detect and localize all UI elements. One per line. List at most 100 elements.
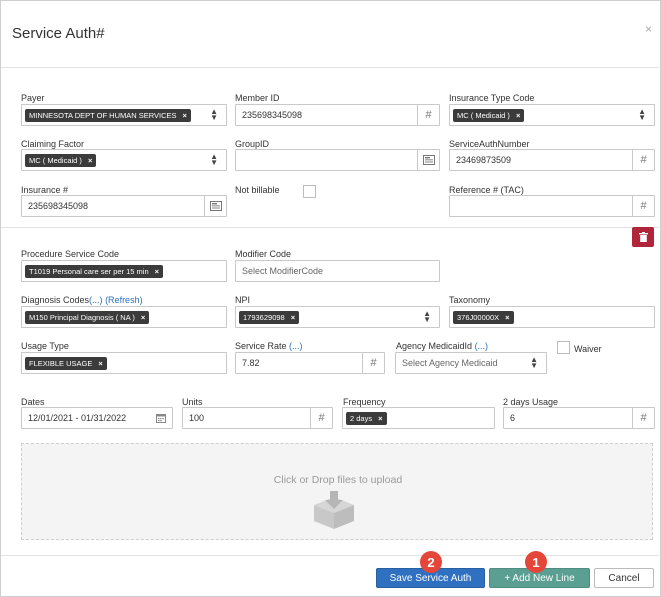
diagnosis-codes-select[interactable]: M150 Principal Diagnosis ( NA ) × (21, 306, 227, 328)
npi-select[interactable]: 1793629098 × ▲ ▼ (235, 306, 440, 328)
reference-tac-label: Reference # (TAC) (449, 185, 524, 195)
remove-tag-icon[interactable]: × (141, 313, 145, 322)
units-input[interactable]: 100 # (182, 407, 333, 429)
upload-box-icon (314, 491, 354, 529)
delete-line-button[interactable] (632, 227, 654, 247)
remove-tag-icon[interactable]: × (155, 267, 159, 276)
taxonomy-tag: 376J00000X × (453, 311, 514, 324)
service-auth-number-input[interactable]: 23469873509 # (449, 149, 655, 171)
waiver-label: Waiver (574, 344, 602, 354)
claiming-factor-tag: MC ( Medicaid ) × (25, 154, 97, 167)
modifier-code-label: Modifier Code (235, 249, 292, 259)
service-rate-input[interactable]: 7.82 # (235, 352, 385, 374)
remove-tag-icon[interactable]: × (88, 156, 92, 165)
payer-select[interactable]: MINNESOTA DEPT OF HUMAN SERVICES × ▲ ▼ (21, 104, 227, 126)
usage-type-tag-text: FLEXIBLE USAGE (29, 359, 93, 368)
card-icon[interactable] (204, 196, 226, 216)
service-rate-label: Service Rate (...) (235, 341, 303, 351)
dates-label: Dates (21, 397, 45, 407)
payer-tag: MINNESOTA DEPT OF HUMAN SERVICES × (25, 109, 191, 122)
frequency-select[interactable]: 2 days × (342, 407, 495, 429)
npi-tag: 1793629098 × (239, 311, 300, 324)
usage-type-select[interactable]: FLEXIBLE USAGE × (21, 352, 227, 374)
agency-medicaid-id-label: Agency MedicaidId (...) (396, 341, 488, 351)
insurance-type-code-label: Insurance Type Code (449, 93, 535, 103)
frequency-tag: 2 days × (346, 412, 387, 425)
service-auth-number-label: ServiceAuthNumber (449, 139, 530, 149)
npi-tag-text: 1793629098 (243, 313, 285, 322)
diagnosis-codes-text: Diagnosis Codes (21, 295, 90, 305)
sort-caret-icon[interactable]: ▲ ▼ (638, 108, 646, 122)
claiming-factor-select[interactable]: MC ( Medicaid ) × ▲ ▼ (21, 149, 227, 171)
card-icon[interactable] (417, 150, 439, 170)
cancel-button[interactable]: Cancel (594, 568, 654, 588)
procedure-service-code-label: Procedure Service Code (21, 249, 120, 259)
group-id-label: GroupID (235, 139, 270, 149)
remove-tag-icon[interactable]: × (505, 313, 509, 322)
modal-title: Service Auth# (12, 25, 105, 42)
member-id-label: Member ID (235, 93, 280, 103)
remove-tag-icon[interactable]: × (378, 414, 382, 423)
dates-value: 12/01/2021 - 01/31/2022 (28, 413, 127, 423)
procedure-tag-text: T1019 Personal care ser per 15 min (29, 267, 149, 276)
usage-type-label: Usage Type (21, 341, 69, 351)
insurance-type-code-select[interactable]: MC ( Medicaid ) × ▲ ▼ (449, 104, 655, 126)
usage-type-tag: FLEXIBLE USAGE × (25, 357, 107, 370)
insurance-no-input[interactable]: 235698345098 (21, 195, 227, 217)
group-id-input[interactable] (235, 149, 440, 171)
remove-tag-icon[interactable]: × (516, 111, 520, 120)
agency-medicaid-placeholder: Select Agency Medicaid (402, 358, 498, 368)
header-divider (1, 67, 661, 68)
hash-icon: # (310, 408, 332, 428)
hash-icon: # (632, 408, 654, 428)
diagnosis-more-link[interactable]: (...) (89, 295, 103, 305)
sort-caret-icon[interactable]: ▲ ▼ (423, 310, 431, 324)
hash-icon: # (362, 353, 384, 373)
remove-tag-icon[interactable]: × (291, 313, 295, 322)
insurance-type-tag-text: MC ( Medicaid ) (457, 111, 510, 120)
sort-caret-icon[interactable]: ▲ ▼ (210, 153, 218, 167)
npi-label: NPI (235, 295, 251, 305)
usage-2-days-input[interactable]: 6 # (503, 407, 655, 429)
service-rate-more-link[interactable]: (...) (289, 341, 303, 351)
sort-caret-icon[interactable]: ▲ ▼ (210, 108, 218, 122)
step-badge-save: 2 (420, 551, 442, 573)
usage-2-days-label: 2 days Usage (503, 397, 559, 407)
diagnosis-refresh-link[interactable]: (Refresh) (105, 295, 143, 305)
file-drop-zone[interactable]: Click or Drop files to upload (21, 443, 653, 540)
units-value: 100 (189, 413, 205, 423)
footer-divider (1, 555, 661, 556)
calendar-icon[interactable] (150, 408, 172, 428)
procedure-service-code-select[interactable]: T1019 Personal care ser per 15 min × (21, 260, 227, 282)
agency-more-link[interactable]: (...) (475, 341, 489, 351)
diagnosis-codes-label: Diagnosis Codes(...) (Refresh) (21, 295, 143, 305)
dates-input[interactable]: 12/01/2021 - 01/31/2022 (21, 407, 173, 429)
insurance-no-label: Insurance # (21, 185, 69, 195)
procedure-tag: T1019 Personal care ser per 15 min × (25, 265, 164, 278)
units-label: Units (182, 397, 203, 407)
remove-tag-icon[interactable]: × (183, 111, 187, 120)
not-billable-checkbox[interactable] (303, 185, 316, 198)
trash-icon (638, 232, 648, 242)
waiver-checkbox[interactable] (557, 341, 570, 354)
claiming-factor-label: Claiming Factor (21, 139, 85, 149)
reference-tac-input[interactable]: # (449, 195, 655, 217)
taxonomy-select[interactable]: 376J00000X × (449, 306, 655, 328)
usage-2-days-value: 6 (510, 413, 516, 423)
step-badge-add-line: 1 (525, 551, 547, 573)
member-id-value: 235698345098 (242, 110, 303, 120)
remove-tag-icon[interactable]: × (98, 359, 102, 368)
taxonomy-tag-text: 376J00000X (457, 313, 500, 322)
close-icon[interactable]: × (645, 22, 652, 36)
modifier-code-select[interactable]: Select ModifierCode (235, 260, 440, 282)
diagnosis-tag: M150 Principal Diagnosis ( NA ) × (25, 311, 150, 324)
diagnosis-tag-text: M150 Principal Diagnosis ( NA ) (29, 313, 135, 322)
modifier-code-placeholder: Select ModifierCode (242, 266, 324, 276)
sort-caret-icon[interactable]: ▲ ▼ (530, 356, 538, 370)
upload-message: Click or Drop files to upload (273, 474, 403, 486)
service-rate-text: Service Rate (235, 341, 287, 351)
agency-medicaid-select[interactable]: Select Agency Medicaid ▲ ▼ (395, 352, 547, 374)
claiming-factor-tag-text: MC ( Medicaid ) (29, 156, 82, 165)
member-id-input[interactable]: 235698345098 # (235, 104, 440, 126)
hash-icon: # (417, 105, 439, 125)
